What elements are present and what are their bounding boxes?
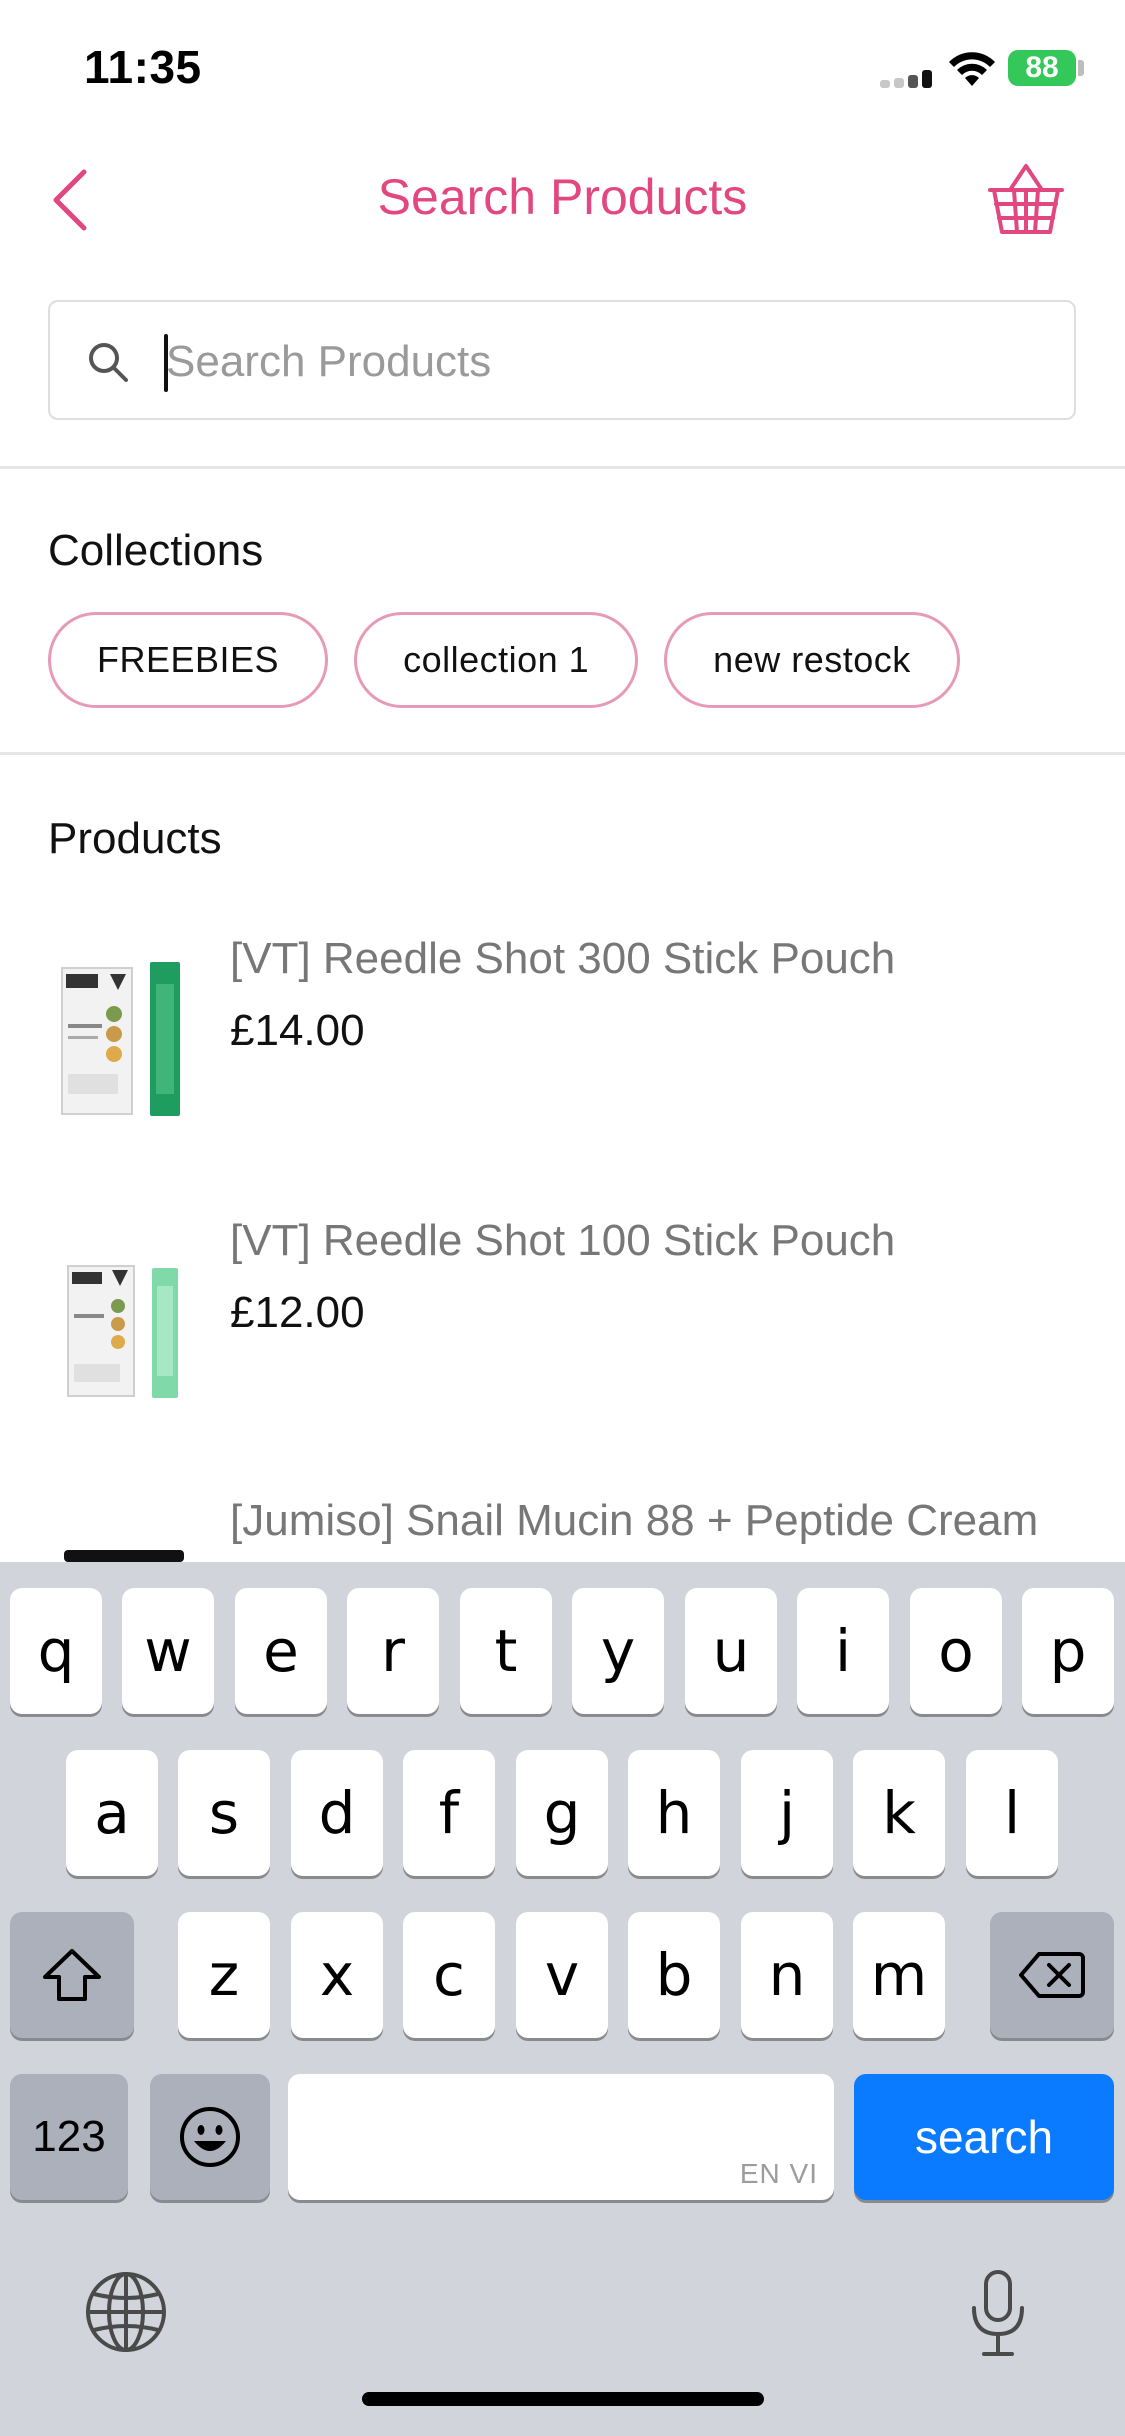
signal-icon [880,70,932,88]
shift-icon [43,1949,101,2001]
products-title: Products [48,814,222,863]
shift-key[interactable] [10,1912,134,2038]
header: Search Products [0,140,1125,260]
backspace-icon [1019,1952,1085,1998]
key-j[interactable]: j [741,1750,833,1876]
space-key[interactable]: EN VI [288,2074,834,2200]
divider [0,466,1125,469]
key-z[interactable]: z [178,1912,270,2038]
status-time: 11:35 [84,41,202,93]
key-p[interactable]: p [1022,1588,1114,1714]
collection-chip[interactable]: collection 1 [354,612,639,708]
numbers-key[interactable]: 123 [10,2074,128,2200]
key-k[interactable]: k [853,1750,945,1876]
collections-title: Collections [48,526,264,575]
product-image [64,1550,184,1562]
product-item[interactable]: [VT] Reedle Shot 100 Stick Pouch £12.00 [0,1216,1125,1476]
search-key[interactable]: search [854,2074,1114,2200]
key-m[interactable]: m [853,1912,945,2038]
product-name: [VT] Reedle Shot 100 Stick Pouch [230,1216,896,1265]
globe-icon[interactable] [84,2270,168,2354]
collections-chips: FREEBIES collection 1 new restock [48,612,960,708]
product-image [61,962,180,1116]
emoji-key[interactable] [150,2074,270,2200]
key-d[interactable]: d [291,1750,383,1876]
collection-chip[interactable]: new restock [664,612,960,708]
key-r[interactable]: r [347,1588,439,1714]
emoji-icon [180,2107,240,2167]
basket-icon [988,164,1064,234]
key-a[interactable]: a [66,1750,158,1876]
key-u[interactable]: u [685,1588,777,1714]
product-item[interactable]: [VT] Reedle Shot 300 Stick Pouch £14.00 [0,934,1125,1194]
product-price: £14.00 [230,1006,365,1055]
space-language-label: EN VI [739,2158,818,2189]
status-bar: 11:35 88 [0,0,1125,140]
cart-button[interactable] [984,158,1068,242]
key-w[interactable]: w [122,1588,214,1714]
backspace-key[interactable] [990,1912,1114,2038]
key-l[interactable]: l [966,1750,1058,1876]
key-s[interactable]: s [178,1750,270,1876]
search-icon [89,343,128,382]
key-f[interactable]: f [403,1750,495,1876]
product-image [67,1265,178,1398]
key-e[interactable]: e [235,1588,327,1714]
key-g[interactable]: g [516,1750,608,1876]
search-box[interactable] [48,300,1076,420]
key-x[interactable]: x [291,1912,383,2038]
battery-level: 88 [1025,51,1059,84]
battery-indicator: 88 [1008,50,1076,86]
wifi-icon [949,52,995,86]
key-v[interactable]: v [516,1912,608,2038]
product-name: [VT] Reedle Shot 300 Stick Pouch [230,934,896,983]
key-n[interactable]: n [741,1912,833,2038]
product-name: [Jumiso] Snail Mucin 88 + Peptide Cream [230,1496,1039,1545]
collection-chip[interactable]: FREEBIES [48,612,329,708]
key-b[interactable]: b [628,1912,720,2038]
key-t[interactable]: t [460,1588,552,1714]
microphone-icon[interactable] [966,2268,1030,2358]
search-input[interactable] [166,322,1046,402]
product-item[interactable]: [Jumiso] Snail Mucin 88 + Peptide Cream [0,1496,1125,1562]
key-q[interactable]: q [10,1588,102,1714]
divider [0,752,1125,755]
key-h[interactable]: h [628,1750,720,1876]
key-y[interactable]: y [572,1588,664,1714]
product-price: £12.00 [230,1288,365,1337]
key-c[interactable]: c [403,1912,495,2038]
key-o[interactable]: o [910,1588,1002,1714]
page-title: Search Products [377,169,748,225]
home-indicator [362,2392,764,2406]
battery-nub [1078,60,1084,76]
key-i[interactable]: i [797,1588,889,1714]
